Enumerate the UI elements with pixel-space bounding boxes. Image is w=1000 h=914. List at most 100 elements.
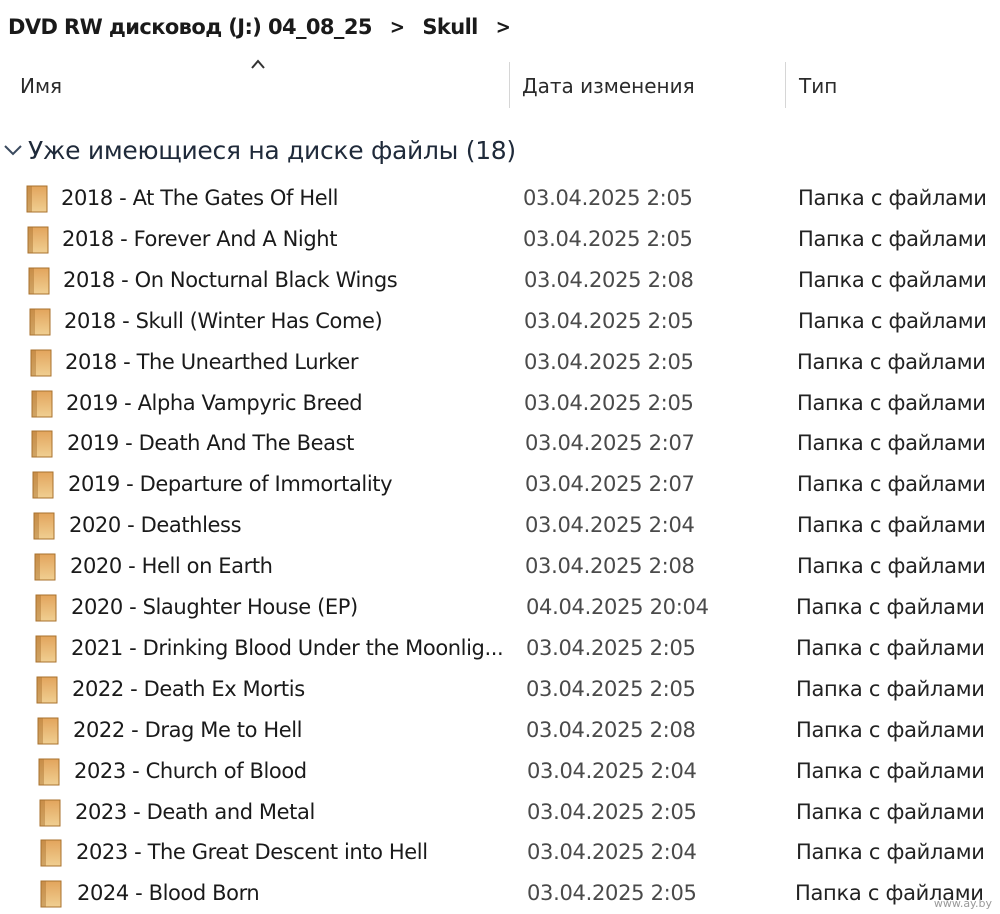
file-date: 03.04.2025 2:04 <box>525 513 695 537</box>
breadcrumb-drive[interactable]: DVD RW дисковод (J:) 04_08_25 <box>8 15 372 39</box>
file-type: Папка с файлами <box>796 840 985 864</box>
folder-icon <box>40 880 62 908</box>
file-row[interactable]: 2022 - Drag Me to Hell 03.04.2025 2:08 Пап… <box>0 712 1000 752</box>
chevron-down-icon[interactable] <box>2 141 24 159</box>
file-row[interactable]: 2018 - At The Gates Of Hell 03.04.2025 2:… <box>0 180 1000 220</box>
file-row[interactable]: 2020 - Deathless 03.04.2025 2:04 Папка с ф… <box>0 507 1000 547</box>
folder-icon <box>33 512 55 540</box>
file-row[interactable]: 2020 - Hell on Earth 03.04.2025 2:08 Папка… <box>0 548 1000 588</box>
file-date: 03.04.2025 2:05 <box>526 636 696 660</box>
file-row[interactable]: 2023 - Church of Blood 03.04.2025 2:04 Пап… <box>0 753 1000 793</box>
file-type: Папка с файлами <box>796 636 985 660</box>
folder-icon <box>39 799 61 827</box>
file-type: Папка с файлами <box>796 718 985 742</box>
file-name: 2023 - The Great Descent into Hell <box>76 840 428 864</box>
folder-icon <box>30 349 52 377</box>
file-name: 2018 - On Nocturnal Black Wings <box>63 268 398 292</box>
column-header-bar: Имя Дата изменения Тип <box>0 56 1000 118</box>
column-header-date[interactable]: Дата изменения <box>522 74 695 98</box>
file-type: Папка с файлами <box>798 309 987 333</box>
file-name: 2024 - Blood Born <box>77 881 260 905</box>
file-type: Папка с файлами <box>797 391 986 415</box>
group-label: Уже имеющиеся на диске файлы (18) <box>28 135 516 165</box>
sort-ascending-icon <box>251 59 265 69</box>
watermark: www.ay.by <box>933 897 992 910</box>
file-type: Папка с файлами <box>797 513 986 537</box>
column-resize-handle[interactable] <box>785 62 786 108</box>
folder-icon <box>38 758 60 786</box>
file-row[interactable]: 2022 - Death Ex Mortis 03.04.2025 2:05 Пап… <box>0 671 1000 711</box>
file-name: 2022 - Death Ex Mortis <box>72 677 305 701</box>
file-date: 03.04.2025 2:05 <box>526 677 696 701</box>
file-row[interactable]: 2023 - The Great Descent into Hell 03.04.… <box>0 834 1000 874</box>
file-date: 04.04.2025 20:04 <box>526 595 709 619</box>
file-date: 03.04.2025 2:05 <box>527 800 697 824</box>
file-name: 2020 - Hell on Earth <box>70 554 273 578</box>
file-date: 03.04.2025 2:07 <box>525 431 695 455</box>
folder-icon <box>37 717 59 745</box>
file-row[interactable]: 2020 - Slaughter House (EP) 04.04.2025 20… <box>0 589 1000 629</box>
file-row[interactable]: 2019 - Departure of Immortality 03.04.202… <box>0 466 1000 506</box>
file-name: 2023 - Church of Blood <box>74 759 307 783</box>
folder-icon <box>32 471 54 499</box>
chevron-right-icon[interactable]: > <box>496 15 511 38</box>
breadcrumb-folder-skull[interactable]: Skull <box>422 15 478 39</box>
file-row[interactable]: 2021 - Drinking Blood Under the Moonlig.… <box>0 630 1000 670</box>
file-row[interactable]: 2018 - Skull (Winter Has Come) 03.04.2025… <box>0 303 1000 343</box>
file-name: 2018 - At The Gates Of Hell <box>61 186 339 210</box>
file-date: 03.04.2025 2:05 <box>524 350 694 374</box>
file-date: 03.04.2025 2:05 <box>524 391 694 415</box>
file-type: Папка с файлами <box>797 554 986 578</box>
file-type: Папка с файлами <box>797 472 986 496</box>
file-name: 2019 - Departure of Immortality <box>68 472 393 496</box>
folder-icon <box>29 308 51 336</box>
file-name: 2019 - Death And The Beast <box>67 431 354 455</box>
file-type: Папка с файлами <box>798 227 987 251</box>
file-type: Папка с файлами <box>796 800 985 824</box>
file-date: 03.04.2025 2:08 <box>525 554 695 578</box>
file-row[interactable]: 2019 - Death And The Beast 03.04.2025 2:0… <box>0 425 1000 465</box>
folder-icon <box>35 594 57 622</box>
file-date: 03.04.2025 2:04 <box>527 840 697 864</box>
file-name: 2020 - Deathless <box>69 513 242 537</box>
file-name: 2018 - Skull (Winter Has Come) <box>64 309 383 333</box>
file-date: 03.04.2025 2:05 <box>524 309 694 333</box>
group-header[interactable]: Уже имеющиеся на диске файлы (18) <box>0 130 516 170</box>
folder-icon <box>28 267 50 295</box>
folder-icon <box>27 226 49 254</box>
file-row[interactable]: 2018 - The Unearthed Lurker 03.04.2025 2:… <box>0 344 1000 384</box>
file-date: 03.04.2025 2:08 <box>524 268 694 292</box>
file-date: 03.04.2025 2:05 <box>527 881 697 905</box>
column-header-type[interactable]: Тип <box>799 74 837 98</box>
folder-icon <box>40 839 61 867</box>
file-row[interactable]: 2024 - Blood Born 03.04.2025 2:05 Папка с … <box>0 875 1000 914</box>
column-resize-handle[interactable] <box>509 62 510 108</box>
file-name: 2018 - The Unearthed Lurker <box>65 350 359 374</box>
folder-icon <box>31 430 53 458</box>
folder-icon <box>36 676 58 704</box>
file-type: Папка с файлами <box>798 268 987 292</box>
file-date: 03.04.2025 2:05 <box>523 186 693 210</box>
file-row[interactable]: 2019 - Alpha Vampyric Breed 03.04.2025 2:… <box>0 385 1000 425</box>
file-type: Папка с файлами <box>796 759 985 783</box>
file-name: 2020 - Slaughter House (EP) <box>71 595 358 619</box>
file-name: 2022 - Drag Me to Hell <box>73 718 303 742</box>
file-name: 2021 - Drinking Blood Under the Moonlig.… <box>71 636 504 660</box>
file-row[interactable]: 2018 - On Nocturnal Black Wings 03.04.202… <box>0 262 1000 302</box>
file-type: Папка с файлами <box>797 431 986 455</box>
file-type: Папка с файлами <box>797 350 986 374</box>
column-header-name[interactable]: Имя <box>20 74 62 98</box>
folder-icon <box>34 553 56 581</box>
file-name: 2018 - Forever And A Night <box>62 227 338 251</box>
file-type: Папка с файлами <box>798 186 987 210</box>
file-date: 03.04.2025 2:04 <box>527 759 697 783</box>
file-row[interactable]: 2023 - Death and Metal 03.04.2025 2:05 Пап… <box>0 794 1000 834</box>
file-name: 2019 - Alpha Vampyric Breed <box>66 391 363 415</box>
file-type: Папка с файлами <box>796 595 985 619</box>
file-row[interactable]: 2018 - Forever And A Night 03.04.2025 2:0… <box>0 221 1000 261</box>
file-type: Папка с файлами <box>796 677 985 701</box>
folder-icon <box>31 390 52 418</box>
chevron-right-icon[interactable]: > <box>390 15 405 38</box>
file-name: 2023 - Death and Metal <box>75 800 315 824</box>
folder-icon <box>26 185 48 213</box>
